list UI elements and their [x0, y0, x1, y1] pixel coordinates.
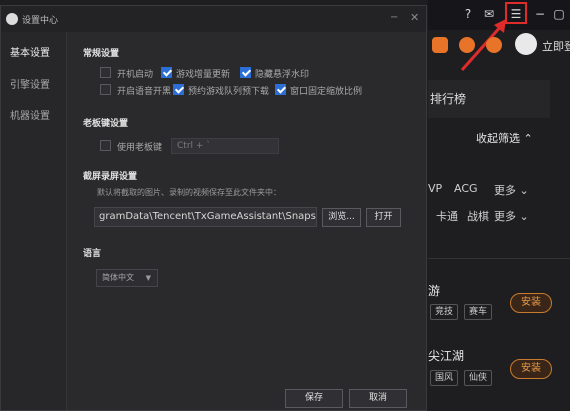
install-button-2[interactable]: 安装	[510, 359, 552, 379]
game-title-2[interactable]: 尖江湖	[428, 347, 464, 364]
app-icon[interactable]	[486, 37, 502, 53]
tag-cartoon[interactable]: 卡通	[436, 208, 458, 224]
section-title-screenshot: 截屏录屏设置	[83, 172, 138, 182]
checkbox-label: 游戏增量更新	[176, 70, 231, 80]
language-selected: 简体中文	[102, 273, 134, 282]
screenshot-hint: 默认将截取的图片、录制的视频保存至此文件夹中：	[97, 188, 281, 197]
minimize-icon[interactable]: −	[532, 6, 548, 22]
chevron-down-icon: ▼	[145, 274, 151, 282]
app-titlebar	[428, 0, 570, 30]
dialog-title: 设置中心	[22, 16, 59, 26]
dialog-titlebar[interactable]: 设置中心 − ✕	[1, 6, 426, 32]
checkbox-boss-key[interactable]	[100, 140, 111, 151]
game-chip: 国风	[430, 370, 459, 386]
game-title-1[interactable]: 游	[428, 282, 440, 299]
tag-strategy[interactable]: 战棋	[467, 208, 489, 224]
game-chip: 竞技	[430, 304, 459, 320]
checkbox-preload-queue[interactable]	[173, 84, 184, 95]
menu-highlight-box	[505, 2, 527, 24]
checkbox-hide-watermark[interactable]	[240, 67, 251, 78]
save-button[interactable]: 保存	[285, 389, 343, 408]
checkbox-incremental-update[interactable]	[161, 67, 172, 78]
sidebar-item-basic[interactable]: 基本设置	[10, 44, 50, 59]
checkbox-label: 窗口固定缩放比例	[290, 87, 363, 97]
language-select[interactable]: 简体中文 ▼	[96, 269, 158, 287]
help-icon[interactable]: ?	[460, 6, 476, 22]
tag-acg[interactable]: ACG	[454, 182, 478, 195]
collapse-filter-button[interactable]: 收起筛选 ⌃	[476, 130, 533, 146]
game-chip: 仙侠	[464, 370, 493, 386]
section-title-boss-key: 老板键设置	[83, 119, 129, 129]
settings-sidebar: 基本设置 引擎设置 机器设置	[1, 32, 67, 410]
voice-app-icon[interactable]	[459, 37, 475, 53]
tag-more-1[interactable]: 更多 ⌄	[494, 182, 529, 198]
maximize-icon[interactable]: ▢	[551, 6, 567, 22]
game-chip: 赛车	[464, 304, 493, 320]
checkbox-fixed-scale[interactable]	[275, 84, 286, 95]
install-button-1[interactable]: 安装	[510, 293, 552, 313]
browse-button[interactable]: 浏览...	[322, 208, 361, 227]
section-title-general: 常规设置	[83, 49, 120, 59]
checkbox-voice-chat[interactable]	[100, 84, 111, 95]
checkbox-label: 使用老板键	[117, 143, 163, 153]
login-link[interactable]: 立即登	[542, 38, 570, 54]
sidebar-item-machine[interactable]: 机器设置	[10, 107, 50, 122]
section-title-language: 语言	[83, 249, 102, 259]
checkbox-autostart[interactable]	[100, 67, 111, 78]
avatar[interactable]	[515, 33, 537, 55]
settings-dialog: 设置中心 − ✕ 基本设置 引擎设置 机器设置 常规设置 开机启动 游戏增量更新…	[0, 5, 427, 411]
checkbox-label: 预约游戏队列预下载	[188, 87, 270, 97]
game-list	[428, 258, 570, 411]
sidebar-item-engine[interactable]: 引擎设置	[10, 76, 50, 91]
checkbox-label: 开启语音开黑	[117, 87, 172, 97]
snapshot-path-input[interactable]: gramData\Tencent\TxGameAssistant\Snapsho…	[94, 207, 317, 227]
dialog-close-icon[interactable]: ✕	[410, 11, 419, 24]
open-folder-button[interactable]: 打开	[366, 208, 401, 227]
tag-vp[interactable]: VP	[428, 182, 442, 195]
checkbox-label: 隐藏悬浮水印	[255, 70, 310, 80]
orange-app-icon[interactable]	[432, 37, 448, 53]
cancel-button[interactable]: 取消	[349, 389, 407, 408]
rank-label[interactable]: 排行榜	[430, 90, 466, 107]
tag-more-2[interactable]: 更多 ⌄	[494, 208, 529, 224]
dialog-minimize-icon[interactable]: −	[390, 12, 398, 23]
mail-icon[interactable]: ✉	[481, 6, 497, 22]
hotkey-input[interactable]: Ctrl + `	[171, 138, 279, 154]
app-logo-icon	[6, 13, 18, 25]
checkbox-label: 开机启动	[117, 70, 154, 80]
